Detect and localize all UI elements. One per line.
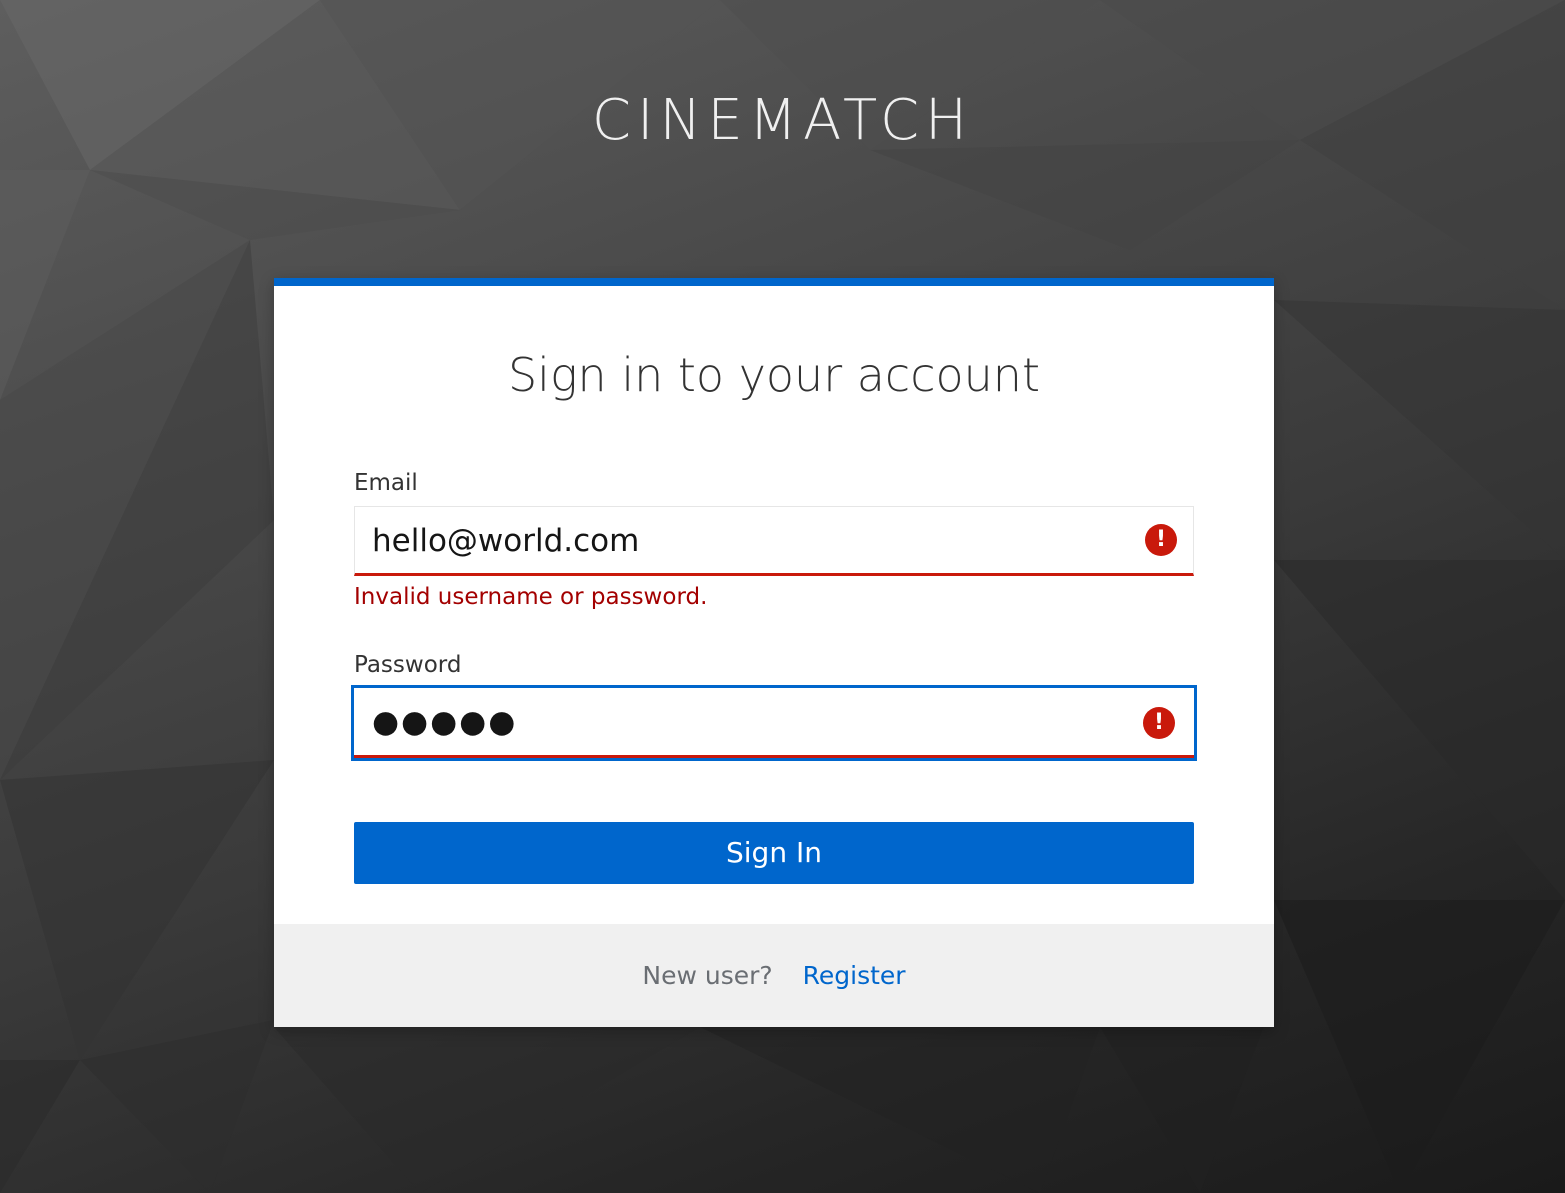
password-value: ●●●●● [372,704,518,740]
brand-title: CINEMATCH [591,88,974,153]
new-user-text: New user? [642,961,773,990]
login-page: CINEMATCH Sign in to your account Email … [0,0,1565,1193]
password-label: Password [354,652,462,678]
email-field[interactable]: hello@world.com ! [354,506,1194,576]
register-link[interactable]: Register [803,961,906,990]
email-label: Email [354,470,418,496]
password-field[interactable]: ●●●●● ! [351,685,1197,761]
card-footer: New user? Register [274,924,1274,1027]
sign-in-button[interactable]: Sign In [354,822,1194,884]
card-title: Sign in to your account [507,348,1041,402]
email-value: hello@world.com [372,523,640,559]
exclamation-circle-icon: ! [1143,707,1175,739]
error-message: Invalid username or password. [354,584,708,610]
exclamation-circle-icon: ! [1145,524,1177,556]
login-card: Sign in to your account Email hello@worl… [274,278,1274,1027]
